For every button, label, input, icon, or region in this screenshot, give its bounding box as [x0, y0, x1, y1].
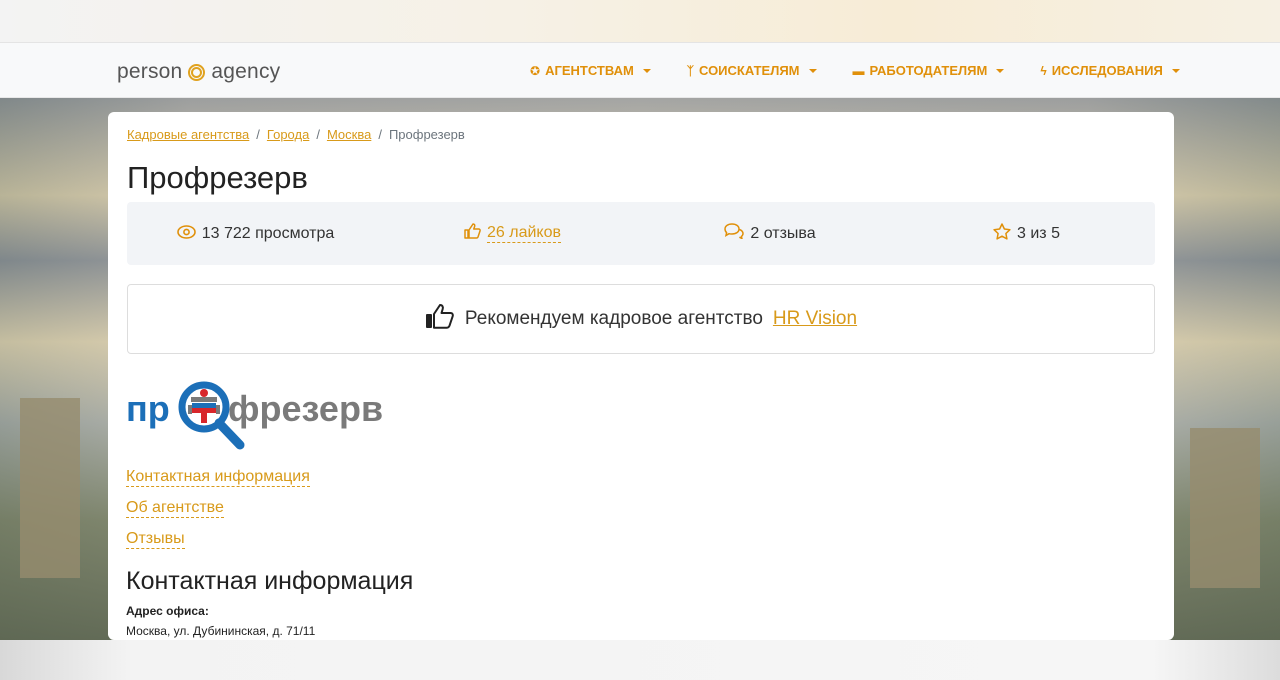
brand-logo[interactable]: person agency — [117, 60, 280, 84]
caret-down-icon — [1171, 68, 1180, 73]
breadcrumb-separator: / — [316, 127, 320, 142]
lightning-icon: ϟ — [1040, 63, 1047, 78]
breadcrumb-current: Профрезерв — [388, 127, 465, 142]
anchor-about[interactable]: Об агентстве — [126, 499, 224, 518]
recommended-agency-link[interactable]: HR Vision — [773, 308, 857, 330]
caret-down-icon — [642, 68, 651, 73]
anchor-links: Контактная информация Об агентстве Отзыв… — [126, 468, 310, 549]
comments-icon — [723, 223, 745, 244]
recommendation-text: Рекомендуем кадровое агентство — [464, 308, 763, 329]
lifebuoy-icon: ✪ — [530, 63, 541, 78]
bottom-strip — [0, 640, 1280, 680]
breadcrumb-link-cities[interactable]: Города — [267, 127, 309, 142]
eye-icon — [176, 224, 196, 244]
nav-item-label: СОИСКАТЕЛЯМ — [699, 63, 800, 78]
breadcrumb: Кадровые агентства / Города / Москва / П… — [127, 127, 465, 142]
main-navbar: person agency ✪ АГЕНТСТВАМ ᛉ СОИСКАТЕЛЯМ… — [0, 42, 1280, 98]
breadcrumb-separator: / — [256, 127, 260, 142]
contacts-section-title: Контактная информация — [126, 567, 414, 595]
anchor-contacts[interactable]: Контактная информация — [126, 468, 310, 487]
briefcase-icon: ▬ — [852, 63, 865, 78]
target-circle-icon — [188, 63, 206, 81]
person-icon: ᛉ — [686, 63, 694, 78]
browser-top-strip — [0, 0, 1280, 42]
nav-menu: ✪ АГЕНТСТВАМ ᛉ СОИСКАТЕЛЯМ ▬ РАБОТОДАТЕЛ… — [530, 63, 1216, 78]
stat-likes[interactable]: 26 лайков — [384, 223, 641, 244]
page-title: Профрезерв — [127, 160, 308, 195]
breadcrumb-link-moscow[interactable]: Москва — [327, 127, 371, 142]
anchor-reviews[interactable]: Отзывы — [126, 530, 185, 549]
nav-item-employers[interactable]: ▬ РАБОТОДАТЕЛЯМ — [853, 63, 1005, 78]
views-count: 13 722 просмотра — [201, 224, 335, 242]
logo-text-left: пр — [126, 388, 170, 429]
stats-bar: 13 722 просмотра 26 лайков 2 отзыва 3 из… — [127, 202, 1155, 265]
thumbs-up-icon — [464, 223, 481, 244]
breadcrumb-separator: / — [378, 127, 382, 142]
agency-logo: пр фрезерв — [126, 377, 386, 453]
nav-item-seekers[interactable]: ᛉ СОИСКАТЕЛЯМ — [687, 63, 817, 78]
likes-link[interactable]: 26 лайков — [487, 224, 561, 243]
breadcrumb-link-agencies[interactable]: Кадровые агентства — [127, 127, 249, 142]
stat-views: 13 722 просмотра — [127, 224, 384, 244]
nav-item-agencies[interactable]: ✪ АГЕНТСТВАМ — [530, 63, 651, 78]
caret-down-icon — [996, 68, 1005, 73]
thumbs-up-icon — [425, 303, 455, 336]
brand-text-person: person — [117, 60, 183, 83]
caret-down-icon — [808, 68, 817, 73]
address-value: Москва, ул. Дубининская, д. 71/11 — [126, 624, 316, 638]
stat-reviews: 2 отзыва — [641, 223, 898, 244]
recommendation-banner: Рекомендуем кадровое агентство HR Vision — [127, 284, 1155, 354]
reviews-count: 2 отзыва — [750, 224, 816, 242]
address-label: Адрес офиса: — [126, 604, 209, 618]
brand-text-agency: agency — [211, 60, 281, 83]
stat-rating: 3 из 5 — [898, 222, 1155, 245]
nav-item-research[interactable]: ϟ ИССЛЕДОВАНИЯ — [1040, 63, 1180, 78]
star-icon — [993, 222, 1011, 245]
logo-text-right: фрезерв — [228, 388, 383, 429]
rating-value: 3 из 5 — [1017, 224, 1060, 242]
nav-item-label: АГЕНТСТВАМ — [545, 63, 634, 78]
agency-card: Кадровые агентства / Города / Москва / П… — [108, 112, 1174, 640]
nav-item-label: ИССЛЕДОВАНИЯ — [1051, 63, 1163, 78]
nav-item-label: РАБОТОДАТЕЛЯМ — [869, 63, 988, 78]
